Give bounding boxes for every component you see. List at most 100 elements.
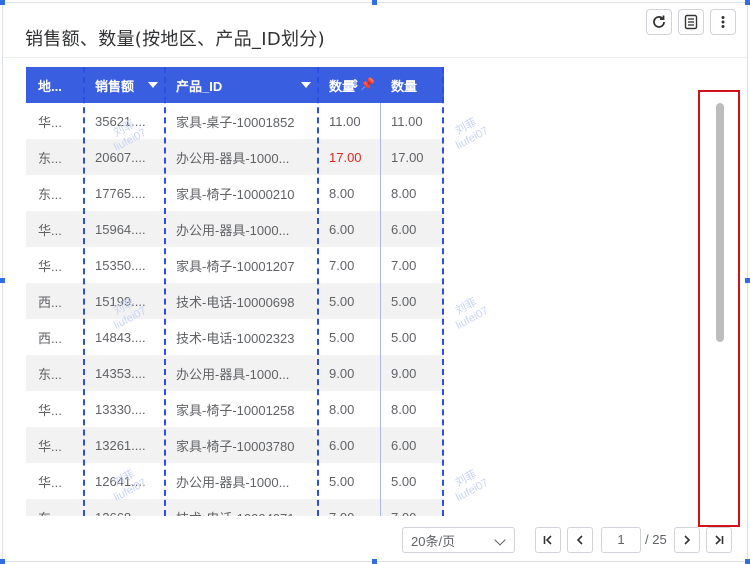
chevron-down-icon — [494, 534, 506, 546]
cell-product-id: 办公用-器具-1000... — [176, 474, 290, 490]
last-page-icon — [715, 535, 724, 545]
resize-handle-bottom-right[interactable] — [745, 559, 750, 564]
cell-product-id: 办公用-器具-1000... — [176, 150, 290, 166]
table-row[interactable]: 东... 20607.... 办公用-器具-1000... 17.00 17.00 — [26, 139, 444, 175]
page-size-value: 20条/页 — [411, 533, 456, 549]
resize-handle-left[interactable] — [0, 278, 5, 283]
header-label: 数量 — [391, 78, 418, 94]
table-row[interactable]: 华... 35621.... 家具-桌子-10001852 11.00 11.00 — [26, 103, 444, 139]
scrollbar-thumb[interactable] — [716, 103, 724, 342]
column-divider — [83, 67, 85, 516]
cell-quantity: 6.00 — [329, 437, 355, 453]
cell-product-id: 家具-椅子-10001207 — [176, 258, 295, 274]
cell-product-id: 家具-椅子-10000210 — [176, 186, 295, 202]
table-row[interactable]: 华... 15964.... 办公用-器具-1000... 6.00 6.00 — [26, 211, 444, 247]
more-vertical-icon — [721, 16, 725, 28]
cell-sales: 15199.... — [95, 293, 146, 309]
table-row[interactable]: 华... 12641.... 办公用-器具-1000... 5.00 5.00 — [26, 463, 444, 499]
resize-handle-top[interactable] — [372, 0, 377, 5]
column-header-region[interactable]: 地... — [26, 67, 83, 103]
cell-quantity: 17.00 — [329, 149, 362, 165]
next-page-button[interactable] — [674, 527, 700, 553]
page-number-input[interactable]: 1 — [601, 527, 641, 553]
widget-title: 销售额、数量(按地区、产品_ID划分) — [25, 29, 325, 50]
cell-quantity-2: 6.00 — [391, 437, 417, 453]
table-row[interactable]: 华... 15350.... 家具-椅子-10001207 7.00 7.00 — [26, 247, 444, 283]
data-table: 地... 销售额 产品_ID 数量 ⇕📌 数量 华... 35621.... 家具-桌… — [26, 67, 444, 516]
refresh-icon — [653, 15, 665, 28]
cell-region: 华... — [38, 258, 62, 274]
cell-region: 华... — [38, 114, 62, 130]
header-label: 产品_ID — [176, 78, 223, 94]
more-options-button[interactable] — [710, 9, 736, 35]
cell-quantity: 5.00 — [329, 293, 355, 309]
cell-quantity-2: 7.00 — [391, 257, 417, 273]
header-label: 销售额 — [95, 78, 135, 94]
cell-product-id: 技术-电话-10002323 — [176, 330, 295, 346]
cell-sales: 12641.... — [95, 473, 146, 489]
cell-quantity-2: 17.00 — [391, 149, 424, 165]
table-row[interactable]: 西... 15199.... 技术-电话-10000698 5.00 5.00 — [26, 283, 444, 319]
cell-region: 华... — [38, 402, 62, 418]
resize-handle-top-right[interactable] — [745, 0, 750, 5]
table-row[interactable]: 东... 17765.... 家具-椅子-10000210 8.00 8.00 — [26, 175, 444, 211]
cell-region: 东... — [26, 499, 83, 517]
table-row[interactable]: 东... 14353.... 办公用-器具-1000... 9.00 9.00 — [26, 355, 444, 391]
resize-handle-bottom[interactable] — [372, 559, 377, 564]
data-list-button[interactable] — [678, 9, 704, 35]
caret-down-icon[interactable] — [148, 82, 158, 88]
column-header-quantity-2[interactable]: 数量 — [379, 67, 444, 103]
cell-sales: 15964.... — [95, 221, 146, 237]
cell-product-id: 家具-桌子-10001852 — [176, 114, 295, 130]
resize-handle-top-left[interactable] — [0, 0, 5, 5]
cell-sales: 12668.... — [83, 499, 164, 517]
cell-region: 华... — [38, 222, 62, 238]
last-page-button[interactable] — [706, 527, 732, 553]
table-row[interactable]: 东...12668....技术-电话-100040717.007.00 — [26, 499, 444, 516]
cell-region: 西... — [38, 330, 62, 346]
sort-pin-icon[interactable]: ⇕📌 — [350, 77, 375, 91]
column-header-product-id[interactable]: 产品_ID — [164, 67, 317, 103]
cell-quantity-2: 11.00 — [391, 113, 423, 129]
cell-product-id: 技术-电话-10000698 — [176, 294, 295, 310]
list-icon — [684, 14, 698, 30]
cell-sales: 13330.... — [95, 401, 146, 417]
widget-toolbar — [646, 9, 736, 35]
cell-product-id: 家具-椅子-10001258 — [176, 402, 295, 418]
table-row[interactable]: 西... 14843.... 技术-电话-10002323 5.00 5.00 — [26, 319, 444, 355]
header-label: 地... — [38, 78, 62, 94]
caret-down-icon[interactable] — [301, 82, 311, 88]
column-header-quantity[interactable]: 数量 ⇕📌 — [317, 67, 379, 103]
cell-product-id: 办公用-器具-1000... — [176, 366, 290, 382]
prev-page-button[interactable] — [567, 527, 593, 553]
cell-sales: 17765.... — [95, 185, 146, 201]
cell-region: 华... — [38, 474, 62, 490]
column-divider — [380, 103, 381, 516]
cell-sales: 15350.... — [95, 257, 146, 273]
column-divider — [442, 67, 444, 516]
cell-quantity-2: 7.00 — [379, 499, 444, 517]
table-header-row: 地... 销售额 产品_ID 数量 ⇕📌 数量 — [26, 67, 444, 103]
vertical-scrollbar[interactable] — [698, 90, 740, 527]
cell-region: 西... — [38, 294, 62, 310]
cell-quantity-2: 8.00 — [391, 185, 417, 201]
cell-region: 东... — [38, 366, 62, 382]
cell-quantity: 9.00 — [329, 365, 355, 381]
cell-quantity: 6.00 — [329, 221, 355, 237]
cell-region: 东... — [38, 150, 62, 166]
page-total: / 25 — [645, 532, 667, 547]
first-page-button[interactable] — [535, 527, 561, 553]
page-size-select[interactable]: 20条/页 — [402, 527, 515, 553]
column-divider — [317, 67, 319, 516]
header-divider — [3, 57, 747, 58]
resize-handle-bottom-left[interactable] — [0, 559, 5, 564]
column-divider — [164, 67, 166, 516]
refresh-button[interactable] — [646, 9, 672, 35]
table-row[interactable]: 华... 13330.... 家具-椅子-10001258 8.00 8.00 — [26, 391, 444, 427]
column-header-sales[interactable]: 销售额 — [83, 67, 164, 103]
cell-quantity: 5.00 — [329, 473, 355, 489]
cell-product-id: 技术-电话-10004071 — [164, 499, 317, 517]
cell-sales: 13261.... — [95, 437, 146, 453]
table-row[interactable]: 华... 13261.... 家具-椅子-10003780 6.00 6.00 — [26, 427, 444, 463]
resize-handle-right[interactable] — [745, 278, 750, 283]
